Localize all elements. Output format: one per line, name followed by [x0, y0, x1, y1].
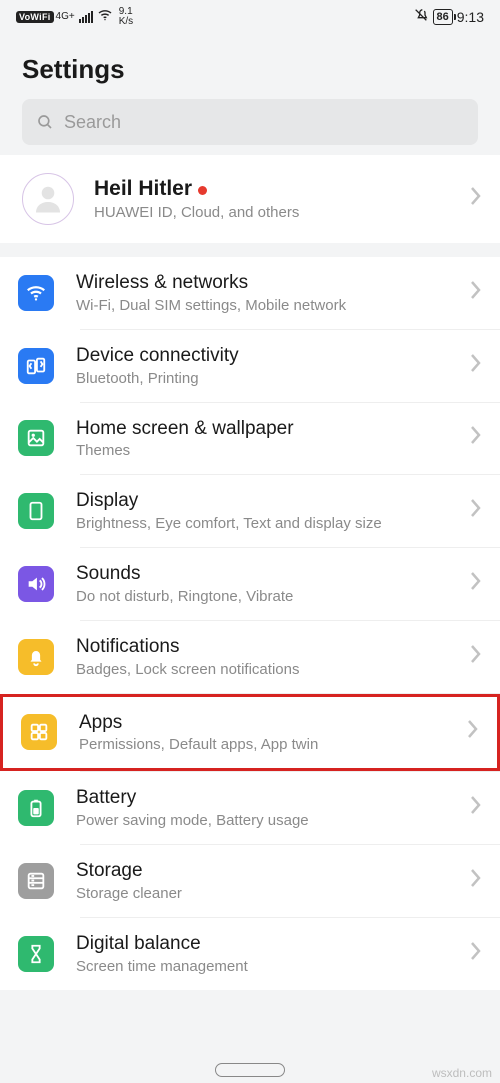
row-subtitle: Permissions, Default apps, App twin — [79, 736, 461, 754]
chevron-right-icon — [464, 941, 482, 967]
settings-row-battery[interactable]: Battery Power saving mode, Battery usage — [0, 772, 500, 844]
storage-icon — [18, 863, 54, 899]
settings-list: Wireless & networks Wi-Fi, Dual SIM setti… — [0, 257, 500, 990]
row-subtitle: Power saving mode, Battery usage — [76, 812, 464, 830]
row-subtitle: Storage cleaner — [76, 885, 464, 903]
row-title: Notifications — [76, 635, 464, 659]
row-subtitle: Themes — [76, 442, 464, 460]
settings-row-wallpaper[interactable]: Home screen & wallpaperThemes — [0, 403, 500, 475]
home-indicator[interactable] — [215, 1063, 285, 1077]
sounds-icon — [18, 566, 54, 602]
row-title: Storage — [76, 859, 464, 883]
clock: 9:13 — [457, 9, 484, 25]
chevron-right-icon — [464, 644, 482, 670]
status-bar: VoWiFi 4G+ 9.1K/s 86 9:13 — [0, 0, 500, 30]
settings-row-balance[interactable]: Digital balance Screen time management — [0, 918, 500, 990]
wifi-status-icon — [97, 7, 113, 26]
apps-icon — [21, 714, 57, 750]
row-subtitle: Wi-Fi, Dual SIM settings, Mobile network — [76, 297, 464, 315]
row-title: Digital balance — [76, 932, 464, 956]
chevron-right-icon — [464, 280, 482, 306]
wifi-icon — [18, 275, 54, 311]
page-title: Settings — [0, 30, 500, 99]
row-title: Battery — [76, 786, 464, 810]
settings-row-wifi[interactable]: Wireless & networks Wi-Fi, Dual SIM setti… — [0, 257, 500, 329]
search-placeholder: Search — [64, 112, 121, 133]
search-icon — [36, 113, 54, 131]
settings-row-apps[interactable]: AppsPermissions, Default apps, App twin — [3, 697, 497, 769]
connectivity-icon — [18, 348, 54, 384]
notification-dot-icon — [198, 186, 207, 195]
signal-icon — [79, 11, 93, 23]
search-input[interactable]: Search — [22, 99, 478, 145]
row-subtitle: Badges, Lock screen notifications — [76, 661, 464, 679]
profile-row[interactable]: Heil Hitler HUAWEI ID, Cloud, and others — [0, 155, 500, 243]
row-subtitle: Screen time management — [76, 958, 464, 976]
chevron-right-icon — [464, 425, 482, 451]
settings-row-connectivity[interactable]: Device connectivity Bluetooth, Printing — [0, 330, 500, 402]
row-title: Display — [76, 489, 464, 513]
settings-row-sounds[interactable]: Sounds Do not disturb, Ringtone, Vibrate — [0, 548, 500, 620]
row-title: Sounds — [76, 562, 464, 586]
settings-row-storage[interactable]: Storage Storage cleaner — [0, 845, 500, 917]
battery-indicator: 86 — [433, 9, 453, 25]
chevron-right-icon — [464, 186, 482, 212]
network-type: 4G+ — [56, 12, 75, 22]
profile-subtitle: HUAWEI ID, Cloud, and others — [94, 204, 464, 222]
row-title: Wireless & networks — [76, 271, 464, 295]
settings-row-display[interactable]: Display Brightness, Eye comfort, Text and… — [0, 475, 500, 547]
display-icon — [18, 493, 54, 529]
row-subtitle: Do not disturb, Ringtone, Vibrate — [76, 588, 464, 606]
settings-row-notifications[interactable]: Notifications Badges, Lock screen notific… — [0, 621, 500, 693]
row-subtitle: Brightness, Eye comfort, Text and displa… — [76, 515, 464, 533]
row-title: Device connectivity — [76, 344, 464, 368]
wallpaper-icon — [18, 420, 54, 456]
profile-name: Heil Hitler — [94, 177, 192, 200]
balance-icon — [18, 936, 54, 972]
vowifi-badge: VoWiFi — [16, 11, 54, 23]
chevron-right-icon — [464, 868, 482, 894]
chevron-right-icon — [464, 571, 482, 597]
data-speed: 9.1K/s — [119, 7, 133, 27]
row-title: Home screen & wallpaper — [76, 417, 464, 441]
notifications-icon — [18, 639, 54, 675]
battery-icon — [18, 790, 54, 826]
mute-icon — [413, 7, 429, 27]
chevron-right-icon — [461, 719, 479, 745]
chevron-right-icon — [464, 498, 482, 524]
avatar — [22, 173, 74, 225]
row-title: Apps — [79, 711, 461, 735]
chevron-right-icon — [464, 353, 482, 379]
watermark: wsxdn.com — [432, 1066, 492, 1080]
row-subtitle: Bluetooth, Printing — [76, 370, 464, 388]
chevron-right-icon — [464, 795, 482, 821]
